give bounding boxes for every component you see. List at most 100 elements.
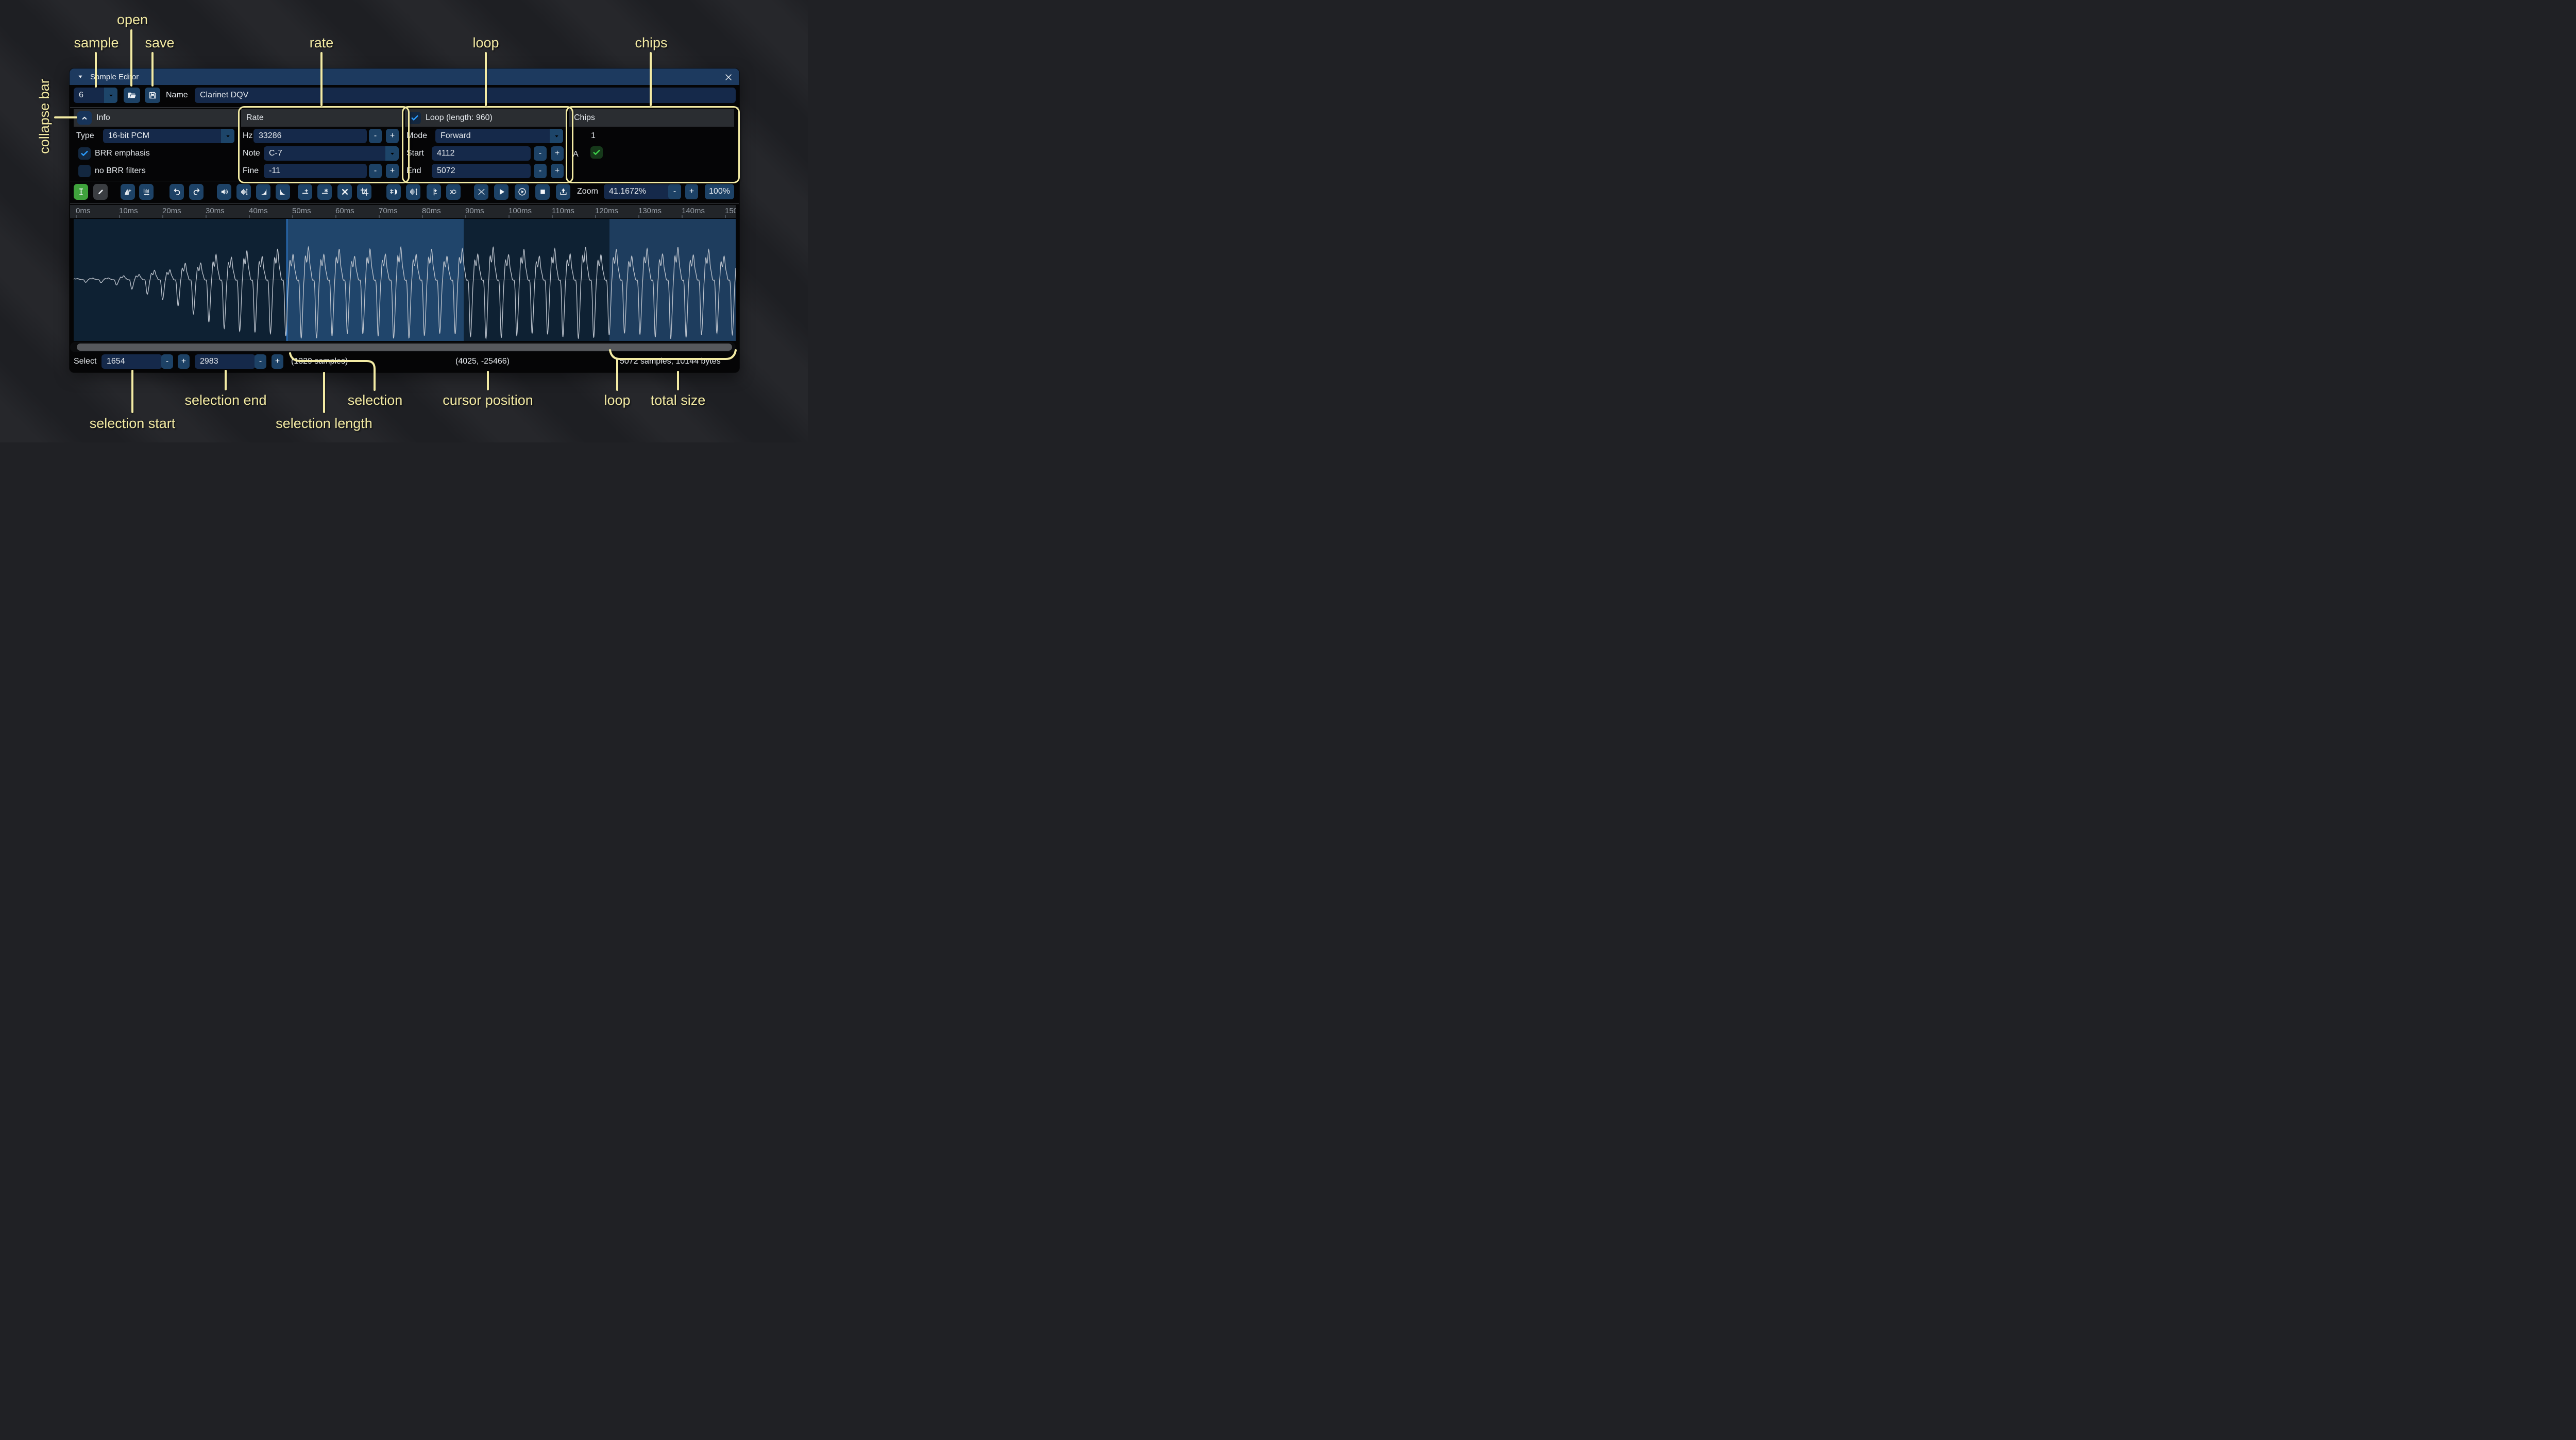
selection-start-plus-button[interactable]: + [178,354,190,369]
upload-icon [559,187,568,196]
stop-preview-button[interactable] [535,184,550,200]
brr-emphasis-checkbox[interactable] [78,147,91,160]
ruler-label: 30ms [206,207,225,215]
window-collapse-icon[interactable] [77,73,84,80]
time-ruler[interactable]: 0ms10ms20ms30ms40ms50ms60ms70ms80ms90ms1… [70,205,736,218]
annotation-chips: chips [635,35,667,51]
wave-plus-icon [124,187,132,196]
chevron-down-icon[interactable] [104,88,117,103]
preview-button[interactable] [494,184,509,200]
loop-mode-select[interactable]: Forward [435,129,563,143]
draw-mode-button[interactable] [93,184,108,200]
pencil-icon [96,187,105,196]
fade-out-button[interactable] [276,184,290,200]
info-collapse-button[interactable] [77,111,92,125]
signed-unsigned-button[interactable] [427,184,441,200]
waveform-trace [74,219,736,341]
chevron-down-icon[interactable] [385,146,399,161]
loop-panel-title: Loop (length: 960) [426,111,493,125]
wave-arrows-icon [240,187,248,196]
loop-start-plus-button[interactable]: + [551,146,564,161]
invert-icon [409,187,418,196]
save-sample-button[interactable] [145,88,160,103]
loop-end-plus-button[interactable]: + [551,164,564,178]
hz-plus-button[interactable]: + [386,129,399,143]
fine-plus-button[interactable]: + [386,164,399,178]
resample-button[interactable] [139,184,154,200]
ruler-tick [422,215,423,218]
name-input[interactable]: Clarinet DQV [195,88,736,103]
fine-input[interactable]: -11 [264,164,367,178]
selection-end-plus-button[interactable]: + [272,354,283,369]
insert-silence-button[interactable] [298,184,312,200]
stop-icon [538,187,547,196]
close-icon[interactable] [723,72,734,83]
delete-button[interactable] [337,184,352,200]
fine-minus-button[interactable]: - [369,164,382,178]
no-brr-filters-checkbox[interactable] [78,165,91,177]
annotation-line-sample [95,52,97,88]
chevron-down-icon[interactable] [221,129,234,143]
rate-panel-header: Rate [241,109,403,127]
waveform-view[interactable] [74,219,736,341]
note-select[interactable]: C-7 [264,146,399,161]
loop-end-input[interactable]: 5072 [432,164,531,178]
resize-button[interactable] [121,184,135,200]
annotation-line-total-size [677,371,679,390]
redo-button[interactable] [189,184,204,200]
ruler-label: 150 [725,207,736,215]
annotation-line-open [130,29,132,87]
amplify-button[interactable] [217,184,231,200]
filter-button[interactable] [446,184,461,200]
ruler-tick [638,215,639,218]
type-label: Type [76,129,94,143]
normalize-button[interactable] [236,184,251,200]
ruler-tick [292,215,293,218]
selection-start-input[interactable]: 1654 [101,354,162,369]
ruler-tick [725,215,726,218]
screenshot-stage: Sample Editor 6 Name Clarinet DQV Info T… [0,0,808,442]
loop-start-minus-button[interactable]: - [534,146,547,161]
annotation-line-selection-length [323,372,325,413]
fade-in-button[interactable] [256,184,270,200]
selection-end-input[interactable]: 2983 [195,354,256,369]
loop-start-input[interactable]: 4112 [432,146,531,161]
zoom-input[interactable]: 41.1672% [604,184,671,199]
open-sample-button[interactable] [124,88,140,103]
chips-column-header: 1 [591,129,596,143]
ruler-tick [335,215,336,218]
undo-icon [173,187,181,196]
chevron-down-icon[interactable] [550,129,563,143]
mode-label: Mode [406,129,427,143]
reverse-icon [389,187,398,196]
chip-a-enable-checkbox[interactable] [590,146,603,159]
zoom-reset-button[interactable]: 100% [705,184,734,199]
window-titlebar[interactable]: Sample Editor [70,68,739,85]
ruler-tick [379,215,380,218]
loop-end-minus-button[interactable]: - [534,164,547,178]
preview-loop-button[interactable] [515,184,529,200]
annotation-line-collapse-bar [54,116,77,118]
apply-silence-button[interactable] [317,184,332,200]
selection-end-minus-button[interactable]: - [255,354,266,369]
annotation-line-cursor-position [487,371,489,390]
loop-start-label: Start [406,146,424,161]
hz-input[interactable]: 33286 [253,129,367,143]
loop-enable-checkbox[interactable] [409,112,421,124]
trim-button[interactable] [357,184,371,200]
selection-start-minus-button[interactable]: - [161,354,173,369]
crossfade-button[interactable] [474,184,488,200]
ruler-tick [206,215,207,218]
hz-minus-button[interactable]: - [369,129,382,143]
sample-number-select[interactable]: 6 [74,88,117,103]
invert-button[interactable] [406,184,420,200]
zoom-minus-button[interactable]: - [668,184,681,199]
create-instrument-button[interactable] [556,184,570,200]
zoom-plus-button[interactable]: + [685,184,698,199]
waveform-scrollbar-thumb[interactable] [77,344,732,351]
undo-button[interactable] [170,184,184,200]
ruler-label: 40ms [249,207,268,215]
type-select[interactable]: 16-bit PCM [103,129,234,143]
edit-mode-button[interactable] [74,184,88,200]
reverse-button[interactable] [386,184,401,200]
